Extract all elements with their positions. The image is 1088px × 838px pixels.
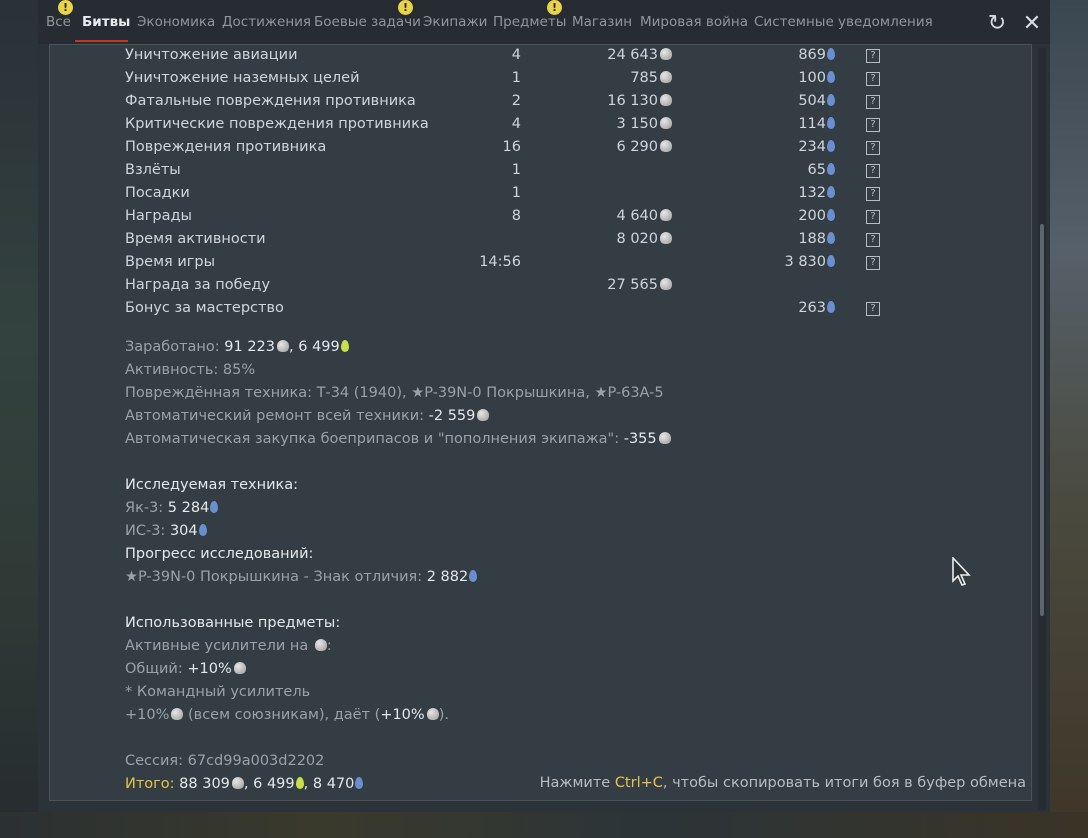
help-icon[interactable]: ? bbox=[866, 256, 880, 270]
research-point-icon bbox=[827, 71, 835, 83]
silver-lion-icon bbox=[233, 662, 246, 674]
copy-shortcut: Ctrl+C bbox=[614, 775, 663, 791]
help-icon[interactable]: ? bbox=[866, 187, 880, 201]
free-research-point-icon bbox=[340, 340, 349, 352]
silver-lion-icon bbox=[426, 708, 439, 720]
silver-lion-icon bbox=[660, 209, 672, 221]
research-point-icon bbox=[827, 209, 835, 221]
help-icon[interactable]: ? bbox=[866, 210, 880, 224]
research-point-icon bbox=[210, 501, 219, 513]
research-progress-item: ★P-39N-0 Покрышкина - Знак отличия: 2 88… bbox=[125, 569, 478, 585]
auto-ammo-line: Автоматическая закупка боеприпасов и "по… bbox=[125, 431, 671, 447]
tab-economy[interactable]: Экономика bbox=[137, 14, 215, 30]
active-tab-indicator bbox=[75, 40, 128, 42]
research-point-icon bbox=[827, 186, 835, 198]
alert-icon: ! bbox=[58, 0, 73, 15]
silver-lion-icon bbox=[660, 71, 672, 83]
research-point-icon bbox=[827, 117, 835, 129]
silver-lion-icon bbox=[660, 140, 672, 152]
research-point-icon bbox=[827, 94, 835, 106]
research-item: Як-3: 5 284 bbox=[125, 500, 219, 516]
tab-battles[interactable]: Битвы bbox=[82, 14, 130, 30]
background-bottom bbox=[0, 812, 1088, 838]
research-point-icon bbox=[827, 301, 835, 313]
command-booster-line: * Командный усилитель bbox=[125, 684, 311, 700]
help-icon[interactable]: ? bbox=[866, 118, 880, 132]
research-point-icon bbox=[827, 255, 835, 267]
silver-lion-icon bbox=[660, 232, 672, 244]
research-progress-title: Прогресс исследований: bbox=[125, 546, 314, 562]
alert-icon: ! bbox=[547, 0, 562, 15]
tab-items[interactable]: Предметы bbox=[493, 14, 566, 30]
silver-lion-icon bbox=[171, 708, 184, 720]
research-point-icon bbox=[827, 232, 835, 244]
tab-achievements[interactable]: Достижения bbox=[222, 14, 311, 30]
allies-booster-line: +10% (всем союзникам), даёт (+10%). bbox=[125, 707, 449, 723]
silver-lion-icon bbox=[660, 278, 672, 290]
help-icon[interactable]: ? bbox=[866, 72, 880, 86]
tab-shop[interactable]: Магазин bbox=[572, 14, 632, 30]
session-id: Сессия: 67cd99a003d2202 bbox=[125, 753, 325, 769]
refresh-icon[interactable]: ↻ bbox=[985, 12, 1009, 36]
auto-repair-line: Автоматический ремонт всей техники: -2 5… bbox=[125, 408, 490, 424]
research-point-icon bbox=[827, 163, 835, 175]
silver-lion-icon bbox=[658, 432, 671, 444]
help-icon[interactable]: ? bbox=[866, 49, 880, 63]
research-point-icon bbox=[355, 777, 364, 789]
copy-hint: Нажмите Ctrl+C, чтобы скопировать итоги … bbox=[539, 775, 1026, 791]
silver-lion-icon bbox=[660, 117, 672, 129]
total-line: Итого: 88 309, 6 499, 8 470 bbox=[125, 776, 364, 792]
earned-line: Заработано: 91 223, 6 499 bbox=[125, 339, 349, 355]
tab-crews[interactable]: Экипажи bbox=[423, 14, 487, 30]
silver-lion-icon bbox=[314, 639, 327, 651]
background-left bbox=[0, 0, 40, 838]
silver-lion-icon bbox=[660, 94, 672, 106]
silver-lion-icon bbox=[477, 409, 490, 421]
close-icon[interactable]: ✕ bbox=[1020, 12, 1044, 36]
help-icon[interactable]: ? bbox=[866, 233, 880, 247]
help-icon[interactable]: ? bbox=[866, 95, 880, 109]
scrollbar-thumb[interactable] bbox=[1040, 224, 1044, 616]
silver-lion-icon bbox=[660, 48, 672, 60]
damaged-vehicles-line: Повреждённая техника: Т-34 (1940), ★P-39… bbox=[125, 385, 664, 401]
active-boosters-line: Активные усилители на : bbox=[125, 638, 332, 654]
research-point-icon bbox=[827, 140, 835, 152]
tab-system-notifications[interactable]: Системные уведомления bbox=[754, 14, 933, 30]
research-point-icon bbox=[198, 524, 207, 536]
mouse-cursor-icon bbox=[952, 557, 971, 586]
tab-world-war[interactable]: Мировая война bbox=[640, 14, 748, 30]
general-booster-line: Общий: +10% bbox=[125, 661, 246, 677]
research-item: ИС-3: 304 bbox=[125, 523, 207, 539]
background-right bbox=[1048, 0, 1088, 838]
help-icon[interactable]: ? bbox=[866, 141, 880, 155]
alert-icon: ! bbox=[398, 0, 413, 15]
silver-lion-icon bbox=[277, 340, 290, 352]
research-title: Исследуемая техника: bbox=[125, 477, 299, 493]
research-point-icon bbox=[469, 570, 478, 582]
free-research-point-icon bbox=[295, 777, 304, 789]
tab-battle-tasks[interactable]: Боевые задачи bbox=[314, 14, 421, 30]
help-icon[interactable]: ? bbox=[866, 164, 880, 178]
silver-lion-icon bbox=[231, 777, 244, 789]
tab-all[interactable]: Все bbox=[46, 14, 71, 30]
help-icon[interactable]: ? bbox=[866, 302, 880, 316]
items-used-title: Использованные предметы: bbox=[125, 615, 341, 631]
activity-line: Активность: 85% bbox=[125, 362, 256, 378]
research-point-icon bbox=[827, 48, 835, 60]
